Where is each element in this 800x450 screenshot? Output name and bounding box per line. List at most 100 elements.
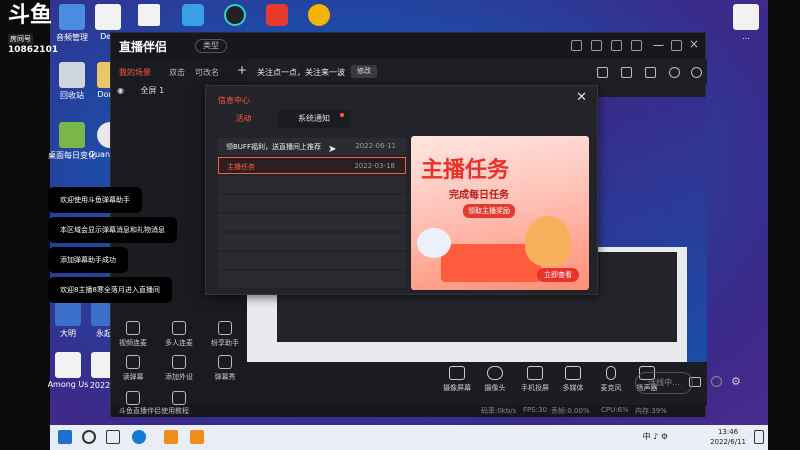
tab-activity[interactable]: 活动 <box>216 110 271 128</box>
bell-icon[interactable] <box>669 67 680 78</box>
stat-cpu: CPU:6% <box>601 406 629 414</box>
tab-my-scenes[interactable]: 我的场景 <box>119 67 151 78</box>
tab-double-click[interactable]: 双击 <box>169 67 185 78</box>
start-live-button[interactable]: 连线中... <box>635 372 693 394</box>
douyu-companion-icon[interactable] <box>190 430 204 444</box>
titlebar: 直播伴侣 类型 × <box>111 33 705 59</box>
tutorial-link[interactable]: 斗鱼直播伴侣使用教程 <box>119 406 189 416</box>
letterbox-left <box>0 0 50 450</box>
camera-button[interactable]: 摄像头 <box>475 366 515 393</box>
douyu-room-logo: 斗鱼 房间号 10862101 <box>8 2 59 55</box>
video-link-icon <box>126 321 140 335</box>
settings-icon[interactable] <box>631 40 642 51</box>
dialog-tabs: 活动 系统通知 <box>216 110 591 128</box>
more-tools-icon <box>126 391 140 405</box>
list-item[interactable]: 领BUFF福利，送直播间上推荐 2022-06-11 <box>218 138 406 155</box>
close-icon[interactable]: ✕ <box>576 90 587 105</box>
add-scene-icon[interactable]: + <box>237 63 247 77</box>
media-button[interactable]: 多媒体 <box>553 366 593 393</box>
announcement-bar: 关注点一点，关注来一波 修改 <box>247 59 707 85</box>
letterbox-right <box>768 0 800 450</box>
doc-icon <box>733 4 759 30</box>
tool-add-device[interactable]: 添加外设 <box>157 355 201 382</box>
wps-icon[interactable] <box>266 4 288 26</box>
input-method-tray[interactable]: 中 ♪ ⚙ <box>643 431 668 442</box>
list-item-empty <box>218 233 406 250</box>
helper-icon <box>218 321 232 335</box>
mascot-fish-icon <box>417 228 451 258</box>
add-device-icon <box>172 355 186 369</box>
list-item-empty <box>218 195 406 212</box>
eye-icon[interactable]: ◉ <box>117 86 124 95</box>
tool-video-link[interactable]: 视频连麦 <box>111 321 155 348</box>
new-badge-icon <box>172 391 186 405</box>
edge-icon[interactable] <box>132 430 146 444</box>
edit-announcement-button[interactable]: 修改 <box>351 65 377 78</box>
tool-read-danmu[interactable]: 读弹幕 <box>111 355 155 382</box>
stat-memory: 内存:39% <box>635 407 667 415</box>
windows-start-icon[interactable] <box>58 430 72 444</box>
type-button[interactable]: 类型 <box>195 39 227 53</box>
dialog-title: 信息中心 <box>218 96 250 105</box>
screenshot-icon[interactable] <box>597 67 608 78</box>
banner-headline: 主播任务 <box>421 158 510 183</box>
task-banner[interactable]: 主播任务 完成每日任务 领取主播奖励 立即查看 <box>411 136 589 290</box>
lock-icon[interactable] <box>621 67 632 78</box>
live-app-icon[interactable] <box>182 4 204 26</box>
stat-dropped: 丢帧:0.00% <box>551 407 590 415</box>
tab-system-notice[interactable]: 系统通知 <box>278 110 350 128</box>
phone-cast-icon <box>527 366 543 380</box>
status-bar: 斗鱼直播伴侣使用教程 码率:0kb/s FPS:30 丢帧:0.00% CPU:… <box>111 405 705 417</box>
source-controls: 摄像屏幕 摄像头 手机投屏 多媒体 麦克风 扬声器 ⚙ 连线中... <box>247 362 741 406</box>
maximize-icon[interactable] <box>671 40 682 51</box>
share-icon[interactable] <box>691 67 702 78</box>
clock[interactable]: 13:46 2022/6/11 <box>710 427 746 447</box>
microphone-icon <box>606 366 616 380</box>
message-list: 领BUFF福利，送直播间上推荐 2022-06-11 主播任务 2022-03-… <box>218 138 406 290</box>
phone-cast-button[interactable]: 手机投屏 <box>515 366 555 393</box>
camera-icon <box>487 366 503 380</box>
announcement-text: 关注点一点，关注来一波 <box>257 68 345 77</box>
multi-link-icon <box>172 321 186 335</box>
stat-fps: FPS:30 <box>523 406 547 414</box>
recycle-bin-icon <box>59 62 85 88</box>
recorder-icon[interactable] <box>224 4 246 26</box>
read-danmu-icon <box>126 355 140 369</box>
banner-pill: 领取主播奖励 <box>463 204 515 218</box>
mascot-girl-icon <box>525 216 571 266</box>
douyu-app-icon[interactable] <box>164 430 178 444</box>
mouse-cursor-icon: ➤ <box>328 144 337 155</box>
task-view-icon[interactable] <box>106 430 120 444</box>
toast-enter-room: 欢迎8主播8寒全落月进入直播间 <box>48 277 172 303</box>
doc-icon <box>55 300 81 326</box>
list-item[interactable]: 主播任务 2022-03-18 <box>218 157 406 174</box>
message-center-dialog: 信息中心 ✕ 活动 系统通知 领BUFF福利，送直播间上推荐 2022-06-1… <box>205 85 598 295</box>
close-icon[interactable]: × <box>689 37 699 51</box>
gear-icon[interactable]: ⚙ <box>731 375 741 388</box>
minimize-icon[interactable] <box>653 40 664 46</box>
scene-item[interactable]: ◉ 全屏 1 <box>117 85 164 96</box>
tool-multi-link[interactable]: 多人连麦 <box>157 321 201 348</box>
tab-rename[interactable]: 可改名 <box>195 67 219 78</box>
file-icon <box>95 4 121 30</box>
file-icon <box>55 352 81 378</box>
mail-icon[interactable] <box>571 40 582 51</box>
tool-helper[interactable]: 纷享助手 <box>203 321 247 348</box>
record-icon[interactable] <box>645 67 656 78</box>
shirt-icon[interactable] <box>611 40 622 51</box>
microphone-button[interactable]: 麦克风 <box>591 366 631 393</box>
screen-capture-icon <box>449 366 465 380</box>
view-now-button[interactable]: 立即查看 <box>537 268 579 282</box>
desktop-icon-doc[interactable]: ... <box>722 4 770 41</box>
notification-icon[interactable] <box>754 430 764 444</box>
screen-capture-button[interactable]: 摄像屏幕 <box>437 366 477 393</box>
toast-area-info: 本区域会显示弹幕消息和礼物消息 <box>48 217 177 243</box>
game-icon[interactable] <box>308 4 330 26</box>
word-file-icon[interactable] <box>138 4 160 26</box>
search-icon[interactable] <box>82 430 96 444</box>
banner-subline: 完成每日任务 <box>449 190 509 201</box>
app-brand: 直播伴侣 <box>119 40 168 54</box>
message-icon[interactable] <box>591 40 602 51</box>
preview-toggle-icon[interactable] <box>711 376 722 387</box>
tool-danmu-show[interactable]: 弹幕秀 <box>203 355 247 382</box>
